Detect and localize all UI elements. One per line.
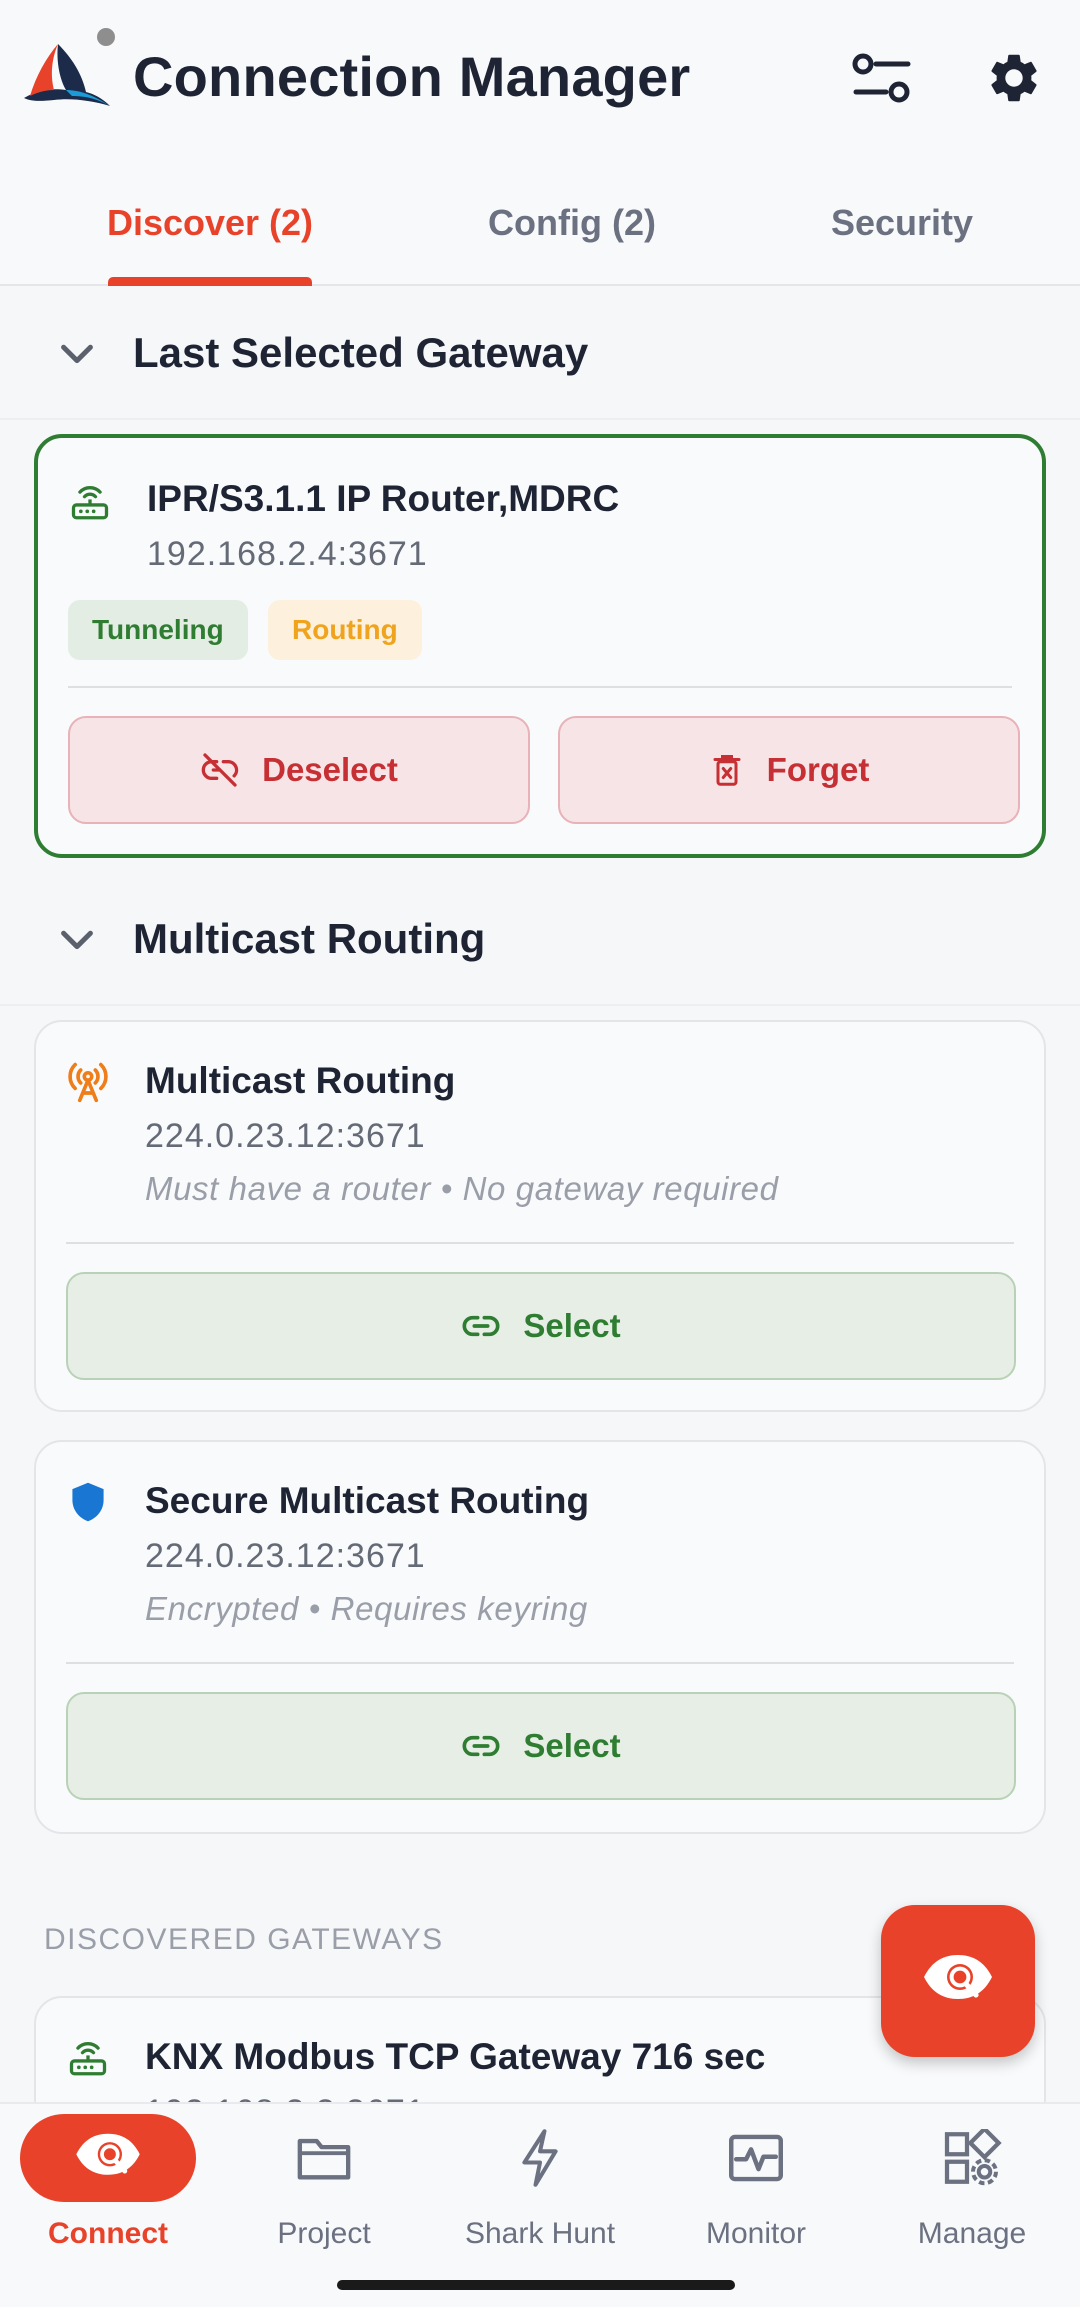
select-label: Select xyxy=(523,1307,621,1344)
deselect-button[interactable]: Deselect xyxy=(68,716,530,824)
router-icon xyxy=(69,2042,107,2076)
chevron-down-icon xyxy=(61,344,93,364)
select-secure-multicast-button[interactable]: Select xyxy=(66,1692,1016,1800)
multicast-address: 224.0.23.12:3671 xyxy=(145,1117,426,1155)
app-title: Connection Manager xyxy=(133,45,691,108)
bottom-navigation: Connect Project Shark Hunt Monitor Manag… xyxy=(0,2102,1080,2307)
forget-button[interactable]: Forget xyxy=(558,716,1020,824)
nav-connect[interactable]: Connect xyxy=(0,2104,216,2264)
nav-label: Connect xyxy=(48,2217,168,2250)
multicast-name: Multicast Routing xyxy=(145,1060,456,1101)
secure-multicast-card[interactable]: Secure Multicast Routing 224.0.23.12:367… xyxy=(34,1440,1046,1834)
nav-monitor[interactable]: Monitor xyxy=(648,2104,864,2264)
nav-label: Monitor xyxy=(705,2217,807,2250)
nav-shark-hunt[interactable]: Shark Hunt xyxy=(432,2104,648,2264)
nav-label: Project xyxy=(277,2217,371,2250)
scan-fab-button[interactable] xyxy=(881,1905,1035,2057)
tab-security[interactable]: Security xyxy=(762,160,1042,286)
last-selected-header[interactable]: Last Selected Gateway xyxy=(0,286,1080,420)
forget-label: Forget xyxy=(766,751,870,788)
nav-manage[interactable]: Manage xyxy=(864,2104,1080,2264)
eye-search-icon xyxy=(76,2133,140,2175)
router-icon xyxy=(71,486,109,520)
secure-multicast-address: 224.0.23.12:3671 xyxy=(145,1537,426,1575)
discovered-gateway-name: KNX Modbus TCP Gateway 716 sec xyxy=(145,2036,766,2077)
secure-multicast-description: Encrypted • Requires keyring xyxy=(145,1590,588,1627)
lightning-icon xyxy=(522,2129,558,2187)
tab-discover[interactable]: Discover (2) xyxy=(60,160,360,286)
nav-label: Manage xyxy=(917,2217,1027,2250)
multicast-description: Must have a router • No gateway required xyxy=(145,1170,779,1207)
eye-search-icon xyxy=(924,1955,992,1999)
badge-routing: Routing xyxy=(268,600,422,660)
section-title: Multicast Routing xyxy=(133,915,486,962)
multicast-header[interactable]: Multicast Routing xyxy=(0,872,1080,1006)
secure-multicast-name: Secure Multicast Routing xyxy=(145,1480,590,1521)
selected-gateway-card[interactable]: IPR/S3.1.1 IP Router,MDRC 192.168.2.4:36… xyxy=(34,434,1046,858)
multicast-routing-card[interactable]: Multicast Routing 224.0.23.12:3671 Must … xyxy=(34,1020,1046,1412)
link-icon xyxy=(462,1735,500,1757)
link-icon xyxy=(462,1315,500,1337)
link-off-icon xyxy=(201,753,239,787)
app-header: Connection Manager xyxy=(0,0,1080,160)
badge-tunneling: Tunneling xyxy=(68,600,248,660)
discovered-gateways-label: DISCOVERED GATEWAYS xyxy=(44,1923,444,1956)
gateway-address: 192.168.2.4:3671 xyxy=(147,535,428,573)
tab-bar: Discover (2) Config (2) Security xyxy=(0,160,1080,286)
card-divider xyxy=(66,1242,1014,1244)
section-title: Last Selected Gateway xyxy=(133,329,589,376)
tab-config[interactable]: Config (2) xyxy=(422,160,722,286)
antenna-icon xyxy=(68,1062,108,1103)
nav-connect-pill xyxy=(20,2114,196,2202)
filter-button[interactable] xyxy=(846,42,918,114)
monitor-pulse-icon xyxy=(729,2134,783,2182)
nav-project[interactable]: Project xyxy=(216,2104,432,2264)
gateway-name: IPR/S3.1.1 IP Router,MDRC xyxy=(147,478,620,519)
widgets-gear-icon xyxy=(944,2129,1002,2186)
card-divider xyxy=(66,1662,1014,1664)
trash-icon xyxy=(713,755,741,786)
folder-icon xyxy=(297,2138,351,2180)
home-indicator xyxy=(337,2280,735,2290)
tab-indicator xyxy=(108,277,312,286)
filter-sliders-icon xyxy=(852,53,911,103)
select-multicast-button[interactable]: Select xyxy=(66,1272,1016,1380)
chevron-down-icon xyxy=(61,930,93,950)
shield-icon xyxy=(72,1482,104,1522)
deselect-label: Deselect xyxy=(262,751,398,788)
gear-icon xyxy=(991,54,1037,102)
shark-fin-logo xyxy=(24,44,110,106)
select-label: Select xyxy=(523,1727,621,1764)
settings-button[interactable] xyxy=(978,42,1050,114)
card-divider xyxy=(68,686,1012,688)
nav-label: Shark Hunt xyxy=(464,2217,616,2250)
